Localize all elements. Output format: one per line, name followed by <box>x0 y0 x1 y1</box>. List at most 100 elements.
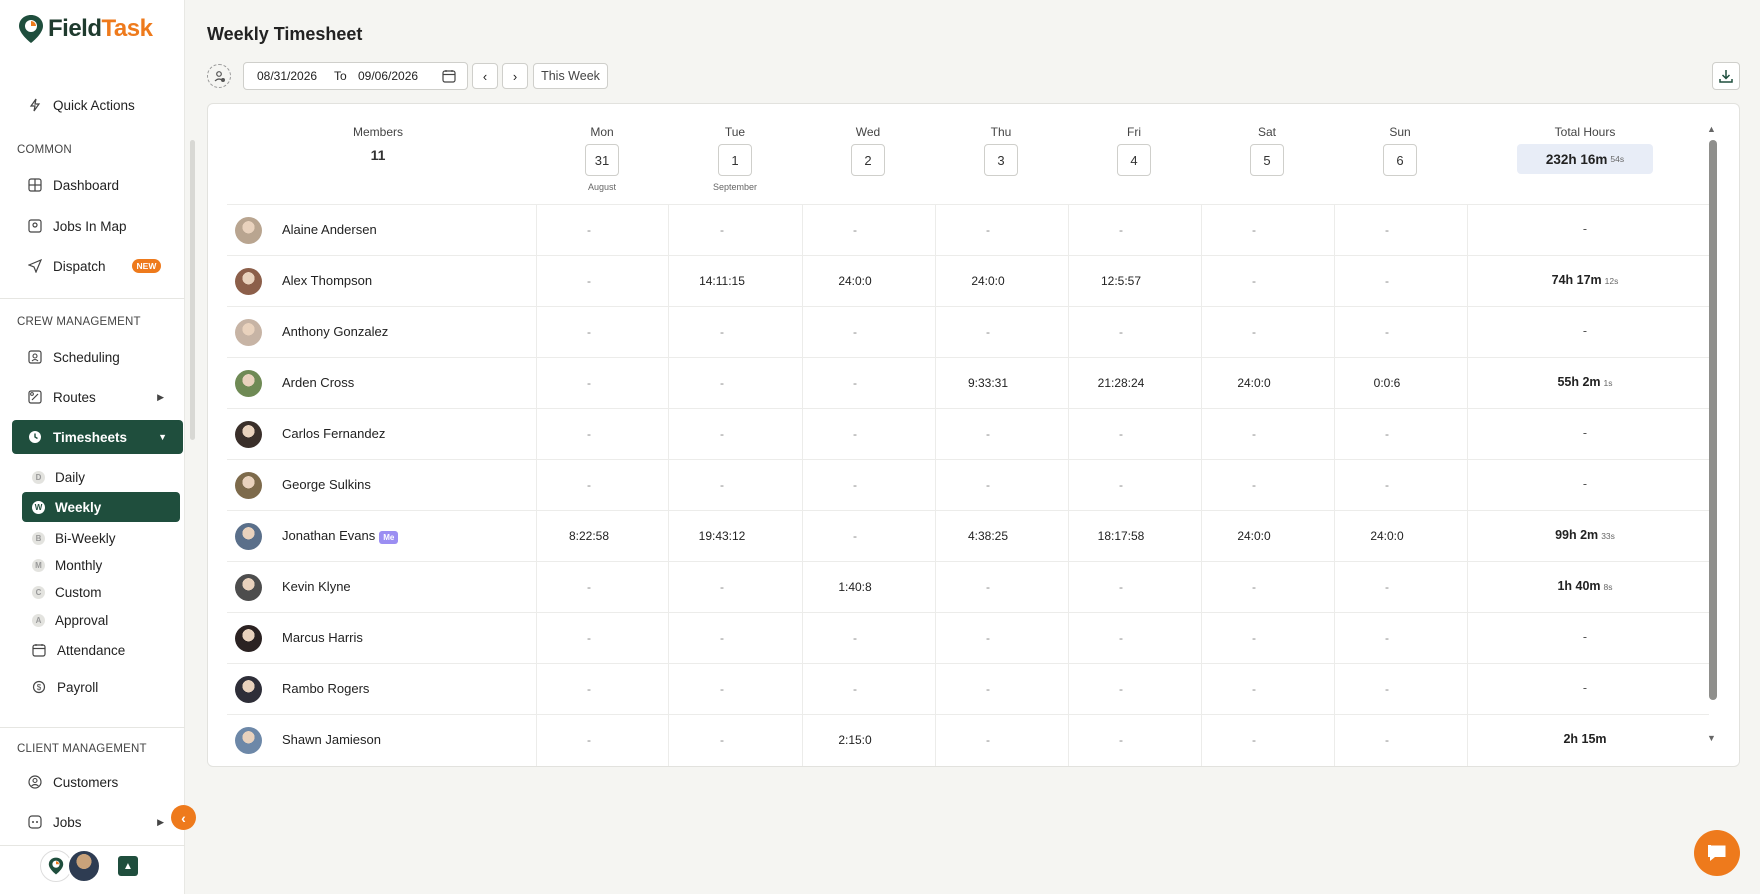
nav-routes[interactable]: Routes ▶ <box>12 379 182 415</box>
row-total: - <box>1475 426 1695 440</box>
time-cell[interactable]: 24:0:0 <box>1322 529 1452 543</box>
time-cell: - <box>587 682 591 696</box>
day-date[interactable]: 5 <box>1250 144 1284 176</box>
nav-jobs-label: Jobs <box>53 814 82 830</box>
member-name: Alaine Andersen <box>282 222 377 237</box>
day-date[interactable]: 6 <box>1383 144 1417 176</box>
time-cell[interactable]: 21:28:24 <box>1056 376 1186 390</box>
table-row[interactable]: Anthony Gonzalez - - - - - - - - <box>227 306 1709 357</box>
day-date[interactable]: 4 <box>1117 144 1151 176</box>
nav-dispatch[interactable]: Dispatch NEW <box>12 248 182 284</box>
table-row[interactable]: Rambo Rogers - - - - - - - - <box>227 663 1709 714</box>
time-cell[interactable]: 0:0:6 <box>1322 376 1452 390</box>
day-name: Mon <box>590 125 614 139</box>
next-week-button[interactable]: › <box>502 63 528 89</box>
time-cell[interactable]: 19:43:12 <box>657 529 787 543</box>
nav-attendance[interactable]: Attendance <box>16 632 186 668</box>
time-cell: - <box>853 631 857 645</box>
sub-item-weekly[interactable]: W Weekly <box>22 492 180 522</box>
nav-quick-actions[interactable]: Quick Actions <box>12 87 182 123</box>
nav-payroll-label: Payroll <box>57 679 99 695</box>
member-filter-icon[interactable] <box>207 64 231 88</box>
custom-icon: C <box>32 585 45 599</box>
chat-button[interactable] <box>1694 830 1740 876</box>
logo[interactable]: FieldTask <box>18 14 153 44</box>
table-row[interactable]: Carlos Fernandez - - - - - - - - <box>227 408 1709 459</box>
sidebar-scrollbar[interactable] <box>190 140 195 440</box>
this-week-button[interactable]: This Week <box>533 63 608 89</box>
table-row[interactable]: Arden Cross - - - 9:33:31 21:28:24 24:0:0 0:0:6… <box>227 357 1709 408</box>
table-row[interactable]: Alaine Andersen - - - - - - - - <box>227 204 1709 255</box>
to-date[interactable]: 09/06/2026 <box>358 69 418 83</box>
clock-icon <box>27 429 43 445</box>
time-cell[interactable]: 24:0:0 <box>923 274 1053 288</box>
sub-item-approval[interactable]: A Approval <box>22 605 180 635</box>
day-date[interactable]: 31 <box>585 144 619 176</box>
calendar-user-icon <box>27 349 43 365</box>
calendar-icon[interactable] <box>442 69 456 86</box>
money-icon: $ <box>31 679 47 695</box>
sub-item-monthly[interactable]: M Monthly <box>22 550 180 580</box>
time-cell[interactable]: 4:38:25 <box>923 529 1053 543</box>
from-date[interactable]: 08/31/2026 <box>257 69 317 83</box>
day-date[interactable]: 3 <box>984 144 1018 176</box>
chat-icon <box>1708 844 1727 861</box>
time-cell: - <box>587 325 591 339</box>
nav-scheduling-label: Scheduling <box>53 349 120 365</box>
time-cell[interactable]: 12:5:57 <box>1056 274 1186 288</box>
time-cell: - <box>720 223 724 237</box>
table-row[interactable]: Marcus Harris - - - - - - - - <box>227 612 1709 663</box>
time-cell: - <box>720 376 724 390</box>
weekly-icon: W <box>32 500 45 514</box>
day-date[interactable]: 1 <box>718 144 752 176</box>
chevron-up-icon[interactable]: ▲ <box>118 856 138 876</box>
nav-jobs[interactable]: Jobs ▶ <box>12 804 182 840</box>
table-row[interactable]: Kevin Klyne - - 1:40:8 - - - - 1h 40m 8s <box>227 561 1709 612</box>
scroll-down-icon[interactable]: ▼ <box>1707 733 1716 743</box>
table-row[interactable]: Jonathan Evans Me 8:22:58 19:43:12 - 4:38:25 1… <box>227 510 1709 561</box>
date-range-picker[interactable]: 08/31/2026 To 09/06/2026 <box>243 62 468 90</box>
time-cell[interactable]: 8:22:58 <box>524 529 654 543</box>
time-cell[interactable]: 2:15:0 <box>790 733 920 747</box>
sub-item-bi-weekly[interactable]: B Bi-Weekly <box>22 523 180 553</box>
member-name: Anthony Gonzalez <box>282 324 388 339</box>
time-cell: - <box>720 631 724 645</box>
nav-customers[interactable]: Customers <box>12 764 182 800</box>
time-cell[interactable]: 24:0:0 <box>1189 376 1319 390</box>
nav-jobs-in-map[interactable]: Jobs In Map <box>12 208 182 244</box>
download-button[interactable] <box>1712 62 1740 90</box>
time-cell: - <box>1119 325 1123 339</box>
table-row[interactable]: George Sulkins - - - - - - - - <box>227 459 1709 510</box>
chevron-right-icon: ▶ <box>157 391 164 402</box>
nav-customers-label: Customers <box>53 774 119 790</box>
member-name: Marcus Harris <box>282 630 363 645</box>
time-cell[interactable]: 24:0:0 <box>1189 529 1319 543</box>
table-row[interactable]: Alex Thompson -14:11:15 24:0:0 24:0:0 12:5:5… <box>227 255 1709 306</box>
sub-item-daily[interactable]: D Daily <box>22 462 180 492</box>
day-date[interactable]: 2 <box>851 144 885 176</box>
time-cell: - <box>1385 478 1389 492</box>
avatar <box>235 319 262 346</box>
row-total: 2h 15m <box>1475 732 1695 746</box>
table-scrollbar[interactable] <box>1709 140 1717 700</box>
sub-item-label: Daily <box>55 469 86 485</box>
time-cell[interactable]: 1:40:8 <box>790 580 920 594</box>
user-avatar[interactable] <box>67 849 101 883</box>
nav-payroll[interactable]: $ Payroll <box>16 669 186 705</box>
nav-timesheets[interactable]: Timesheets ▼ <box>12 420 183 454</box>
nav-scheduling[interactable]: Scheduling <box>12 339 182 375</box>
sub-item-custom[interactable]: C Custom <box>22 577 180 607</box>
member-name-text: Kevin Klyne <box>282 579 351 594</box>
time-cell[interactable]: 24:0:0 <box>790 274 920 288</box>
prev-week-button[interactable]: ‹ <box>472 63 498 89</box>
collapse-sidebar-button[interactable]: ‹ <box>171 805 196 830</box>
table-row[interactable]: Shawn Jamieson - - 2:15:0 - - - - 2h 15m <box>227 714 1709 765</box>
time-cell[interactable]: 9:33:31 <box>923 376 1053 390</box>
time-cell[interactable]: 18:17:58 <box>1056 529 1186 543</box>
time-cell: - <box>1385 274 1389 288</box>
time-cell: - <box>587 478 591 492</box>
scroll-up-icon[interactable]: ▲ <box>1707 124 1716 134</box>
svg-text:$: $ <box>37 683 42 692</box>
time-cell[interactable]: 14:11:15 <box>657 274 787 288</box>
nav-dashboard[interactable]: Dashboard <box>12 167 182 203</box>
